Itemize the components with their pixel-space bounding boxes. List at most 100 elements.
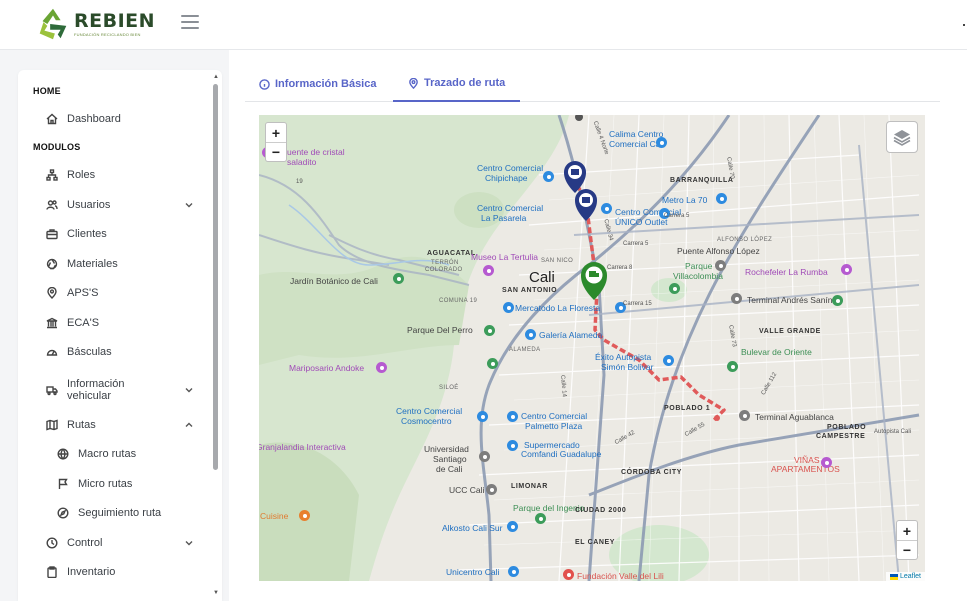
restaurant-icon[interactable] xyxy=(299,510,310,521)
shopping-icon[interactable] xyxy=(503,302,514,313)
sidebar-item-dashboard[interactable]: Dashboard xyxy=(45,109,195,129)
map-street-carrera15: Carrera 15 xyxy=(623,301,652,307)
museum-icon[interactable] xyxy=(483,265,494,276)
sidebar-item-clientes[interactable]: Clientes xyxy=(45,224,195,244)
map-label-simon: Éxito Autopista xyxy=(595,352,652,362)
sidebar-item-label: Inventario xyxy=(67,566,116,578)
shopping-icon[interactable] xyxy=(543,171,554,182)
sidebar-item-roles[interactable]: Roles xyxy=(45,165,195,185)
zoom-out-button[interactable]: − xyxy=(266,142,286,161)
shopping-icon[interactable] xyxy=(507,440,518,451)
sidebar-item-label: Roles xyxy=(67,169,96,181)
shopping-icon[interactable] xyxy=(601,203,612,214)
map-label-alkosto: Alkosto Cali Sur xyxy=(442,523,503,533)
map-hood-cordoba: CÓRDOBA CITY xyxy=(621,469,682,476)
park-icon[interactable] xyxy=(487,358,498,369)
bus-terminal-icon[interactable] xyxy=(739,410,750,421)
sidebar-item-eca[interactable]: ECA'S xyxy=(45,313,195,333)
zoom-out-button[interactable]: − xyxy=(897,540,917,559)
sidebar-item-label: Dashboard xyxy=(67,113,121,125)
globe-icon xyxy=(56,447,70,461)
shopping-icon[interactable] xyxy=(507,411,518,422)
lodging-icon[interactable] xyxy=(821,457,832,468)
map-label-metro70: Metro La 70 xyxy=(662,195,708,205)
map-label-granjalandia: Granjalandia Interactiva xyxy=(259,442,346,452)
sidebar-item-aps[interactable]: APS'S xyxy=(45,283,195,303)
shopping-icon[interactable] xyxy=(656,137,667,148)
route-waypoint-marker[interactable] xyxy=(575,189,597,221)
shopping-icon[interactable] xyxy=(525,329,536,340)
route-start-marker[interactable] xyxy=(564,161,586,193)
top-bar: REBIEN FUNDACIÓN RECICLANDO BIEN xyxy=(0,0,967,50)
map-hood-san-nicolas: SAN NICO xyxy=(541,258,574,264)
shopping-icon[interactable] xyxy=(663,355,674,366)
map-label-alameda: Galería Alameda xyxy=(539,330,603,340)
map-street-carrera5: Carrera 5 xyxy=(623,241,649,247)
sidebar-item-inventario[interactable]: Inventario xyxy=(45,562,195,582)
shopping-icon[interactable] xyxy=(477,411,488,422)
zoom-in-button[interactable]: + xyxy=(897,521,917,540)
map-label-cuisine: Cuisine xyxy=(260,511,289,521)
map-label-pasarela-2: La Pasarela xyxy=(481,213,527,223)
hamburger-menu-icon[interactable] xyxy=(181,15,199,29)
map-label-floresta: Mercatodo La Floresta xyxy=(515,303,601,313)
route-map[interactable]: uente de cristal saladito Calima Centro … xyxy=(259,115,925,581)
park-icon[interactable] xyxy=(535,513,546,524)
shopping-icon[interactable] xyxy=(507,521,518,532)
briefcase-icon xyxy=(45,227,59,241)
sidebar-item-usuarios[interactable]: Usuarios xyxy=(45,195,195,215)
shopping-icon[interactable] xyxy=(508,566,519,577)
bus-terminal-icon[interactable] xyxy=(731,293,742,304)
park-icon[interactable] xyxy=(484,325,495,336)
hospital-icon[interactable] xyxy=(563,569,574,580)
layers-icon xyxy=(893,130,911,146)
attraction-icon[interactable] xyxy=(376,362,387,373)
brand-logo[interactable]: REBIEN FUNDACIÓN RECICLANDO BIEN xyxy=(34,5,155,43)
tab-trazado-ruta[interactable]: Trazado de ruta xyxy=(393,66,521,102)
park-icon[interactable] xyxy=(727,361,738,372)
gauge-icon xyxy=(45,345,59,359)
map-label-terminal-agua: Terminal Aguablanca xyxy=(755,412,834,422)
transit-icon[interactable] xyxy=(715,260,726,271)
sidebar-item-informacion-vehicular[interactable]: Información vehicular xyxy=(45,376,195,404)
attribution-link[interactable]: Leaflet xyxy=(900,573,921,580)
map-label-valle-lili: Fundación Valle del Lili xyxy=(577,571,664,581)
vehicle-truck-marker[interactable] xyxy=(581,262,607,300)
sidebar-item-label: Seguimiento ruta xyxy=(78,507,162,519)
tab-informacion-basica[interactable]: Información Básica xyxy=(259,66,376,102)
map-attribution[interactable]: Leaflet xyxy=(885,572,925,581)
university-icon[interactable] xyxy=(486,484,497,495)
sidebar-item-label: Básculas xyxy=(67,346,112,358)
garden-icon[interactable] xyxy=(393,273,404,284)
sidebar-item-rutas[interactable]: Rutas xyxy=(45,415,195,435)
shopping-icon[interactable] xyxy=(716,193,727,204)
layers-button[interactable] xyxy=(886,121,918,153)
scroll-down-arrow-icon[interactable]: ▼ xyxy=(213,590,219,596)
sidebar-item-control[interactable]: Control xyxy=(45,533,195,553)
truck-icon xyxy=(45,383,59,397)
sidebar-item-micro-rutas[interactable]: Micro rutas xyxy=(56,474,206,494)
scroll-up-arrow-icon[interactable]: ▲ xyxy=(213,74,219,80)
sidebar-scrollbar[interactable]: ▲ ▼ xyxy=(212,74,220,596)
tab-label: Información Básica xyxy=(275,78,377,90)
zoom-in-button[interactable]: + xyxy=(266,123,286,142)
tab-label: Trazado de ruta xyxy=(424,77,506,89)
sidebar-item-seguimiento-ruta[interactable]: Seguimiento ruta xyxy=(56,503,206,523)
brand-name: REBIEN xyxy=(74,10,156,32)
map-label-rochefeler: Rochefeler La Rumba xyxy=(745,267,828,277)
university-icon[interactable] xyxy=(479,451,490,462)
sidebar-section-home: HOME xyxy=(33,86,61,96)
map-label-chipichape-2: Chipichape xyxy=(485,173,528,183)
park-icon[interactable] xyxy=(832,295,843,306)
scrollbar-thumb[interactable] xyxy=(213,84,218,470)
map-label-parque-villa-2: Villacolombia xyxy=(673,271,723,281)
info-icon xyxy=(259,78,270,90)
sidebar-item-macro-rutas[interactable]: Macro rutas xyxy=(56,444,206,464)
map-label-calima: Calima Centro xyxy=(609,129,664,139)
park-icon[interactable] xyxy=(669,283,680,294)
map-hood-barranquilla: BARRANQUILLA xyxy=(670,177,734,184)
nightlife-icon[interactable] xyxy=(841,264,852,275)
sidebar-item-basculas[interactable]: Básculas xyxy=(45,342,195,362)
map-label-jardin: Jardín Botánico de Cali xyxy=(290,276,378,286)
sidebar-item-materiales[interactable]: Materiales xyxy=(45,254,195,274)
